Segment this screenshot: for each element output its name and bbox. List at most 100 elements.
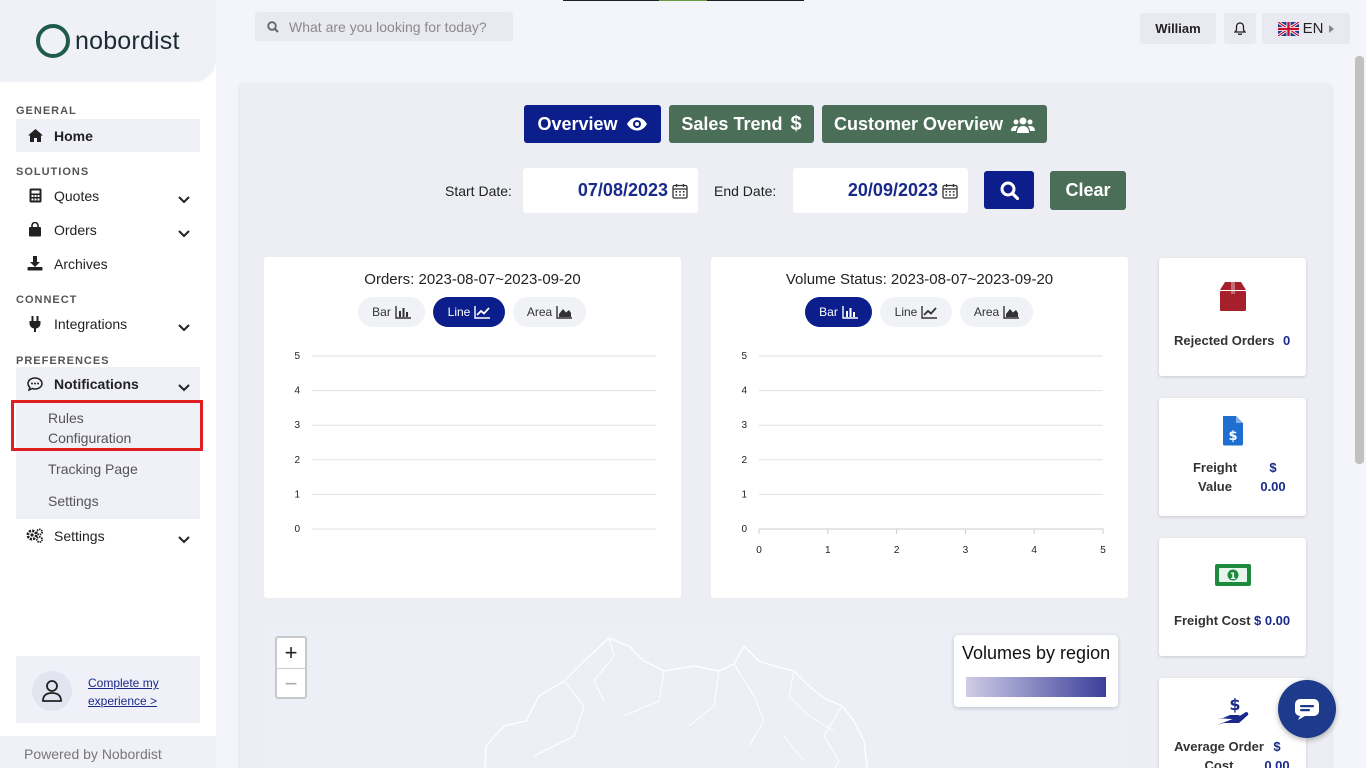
user-menu-button[interactable]: William — [1140, 13, 1216, 44]
logo-text: nobordist — [75, 26, 180, 55]
y-tick-label: 5 — [741, 351, 747, 362]
stat-value-line: $ — [1273, 739, 1281, 754]
caret-right-icon — [1329, 24, 1335, 33]
chevron-down-icon[interactable] — [178, 225, 190, 241]
chevron-down-icon[interactable] — [178, 319, 190, 335]
stat-label: Rejected Orders — [1174, 333, 1275, 348]
tab-sales-trend[interactable]: Sales Trend $ — [669, 105, 814, 143]
profile-card: Complete my experience > — [16, 656, 200, 723]
home-icon — [26, 128, 44, 143]
y-tick-label: 2 — [741, 455, 747, 466]
bell-icon — [1234, 22, 1246, 35]
volume-chart-plot: 0 1 2 3 4 5 0 1 2 3 4 5 — [741, 351, 1106, 556]
y-tick-label: 0 — [294, 524, 300, 535]
end-date-field[interactable]: 20/09/2023 — [793, 168, 968, 213]
section-general: GENERAL — [16, 105, 77, 117]
search-button[interactable] — [984, 171, 1034, 209]
sidebar-item-label: Settings — [54, 527, 105, 544]
download-icon — [26, 256, 44, 271]
plug-icon — [26, 315, 44, 332]
users-icon — [1011, 116, 1036, 133]
calendar-icon — [672, 183, 688, 199]
stat-label-line: Freight — [1192, 460, 1238, 475]
link-line: Complete my — [88, 676, 159, 690]
sidebar-item-integrations[interactable]: Integrations — [16, 307, 200, 340]
sidebar-item-notifications[interactable]: Notifications — [16, 367, 200, 400]
stat-label: Freight Cost — [1174, 613, 1251, 628]
stat-value: $ 0.00 — [1253, 458, 1293, 496]
sidebar-item-orders[interactable]: Orders — [16, 213, 200, 246]
section-preferences: PREFERENCES — [16, 355, 110, 367]
chevron-down-icon[interactable] — [178, 191, 190, 207]
svg-text:$: $ — [1228, 429, 1237, 444]
clear-button[interactable]: Clear — [1050, 171, 1126, 210]
sidebar-item-label: Archives — [54, 255, 108, 272]
search-icon — [1000, 181, 1019, 200]
logo-area: nobordist — [0, 0, 216, 82]
search-bar[interactable] — [255, 12, 513, 41]
uk-flag-icon — [1277, 21, 1299, 36]
stat-label: Average Order Cost — [1174, 737, 1264, 768]
search-input[interactable] — [289, 18, 509, 35]
x-tick-label: 4 — [1031, 545, 1037, 556]
stat-value: 0 — [1283, 333, 1291, 348]
user-icon — [32, 671, 72, 711]
y-tick-label: 4 — [741, 386, 747, 397]
sidebar-item-archives[interactable]: Archives — [16, 247, 200, 280]
notifications-button[interactable] — [1224, 13, 1256, 44]
end-date-value: 20/09/2023 — [847, 180, 938, 200]
legend-title: Volumes by region — [962, 643, 1111, 663]
invoice-dollar-icon: $ — [1159, 415, 1306, 446]
sidebar: nobordist GENERAL Home SOLUTIONS Quotes … — [0, 0, 216, 768]
x-tick-label: 1 — [825, 545, 831, 556]
chevron-down-icon[interactable] — [178, 531, 190, 547]
rejected-orders-card: Rejected Orders 0 — [1159, 258, 1306, 376]
submenu-tracking-page[interactable]: Tracking Page — [48, 461, 138, 477]
comment-dots-icon — [26, 376, 44, 391]
y-tick-label: 1 — [294, 489, 300, 500]
zoom-in-button[interactable]: + — [277, 638, 305, 668]
orders-chart-plot: 0 1 2 3 4 5 — [294, 351, 656, 535]
scrollbar-thumb[interactable] — [1355, 56, 1364, 464]
map-legend: Volumes by region — [954, 635, 1118, 707]
tab-overview[interactable]: Overview — [524, 105, 661, 143]
chevron-down-icon[interactable] — [178, 379, 190, 395]
freight-cost-card: 1 Freight Cost $ 0.00 — [1159, 538, 1306, 656]
chat-button[interactable] — [1278, 680, 1336, 738]
tab-label: Sales Trend — [681, 113, 783, 134]
language-selector[interactable]: EN — [1262, 13, 1350, 44]
sidebar-item-label: Integrations — [54, 315, 128, 332]
start-date-value: 07/08/2023 — [577, 180, 668, 200]
start-date-field[interactable]: 07/08/2023 — [523, 168, 698, 213]
x-tick-label: 5 — [1100, 545, 1106, 556]
calculator-icon — [26, 188, 44, 203]
submenu-settings[interactable]: Settings — [48, 493, 99, 509]
x-tick-label: 0 — [756, 545, 762, 556]
dollar-icon: $ — [790, 112, 802, 135]
sidebar-item-label: Orders — [54, 221, 97, 238]
powered-by: Powered by Nobordist — [0, 736, 216, 768]
svg-text:$: $ — [1229, 696, 1240, 714]
box-icon — [1159, 280, 1306, 312]
logo[interactable]: nobordist — [36, 24, 180, 58]
y-tick-label: 5 — [294, 351, 300, 362]
y-tick-label: 0 — [741, 524, 747, 535]
tab-customer-overview[interactable]: Customer Overview — [822, 105, 1047, 143]
zoom-controls: + − — [275, 636, 307, 699]
shopping-bag-icon — [26, 222, 44, 237]
legend-gradient — [966, 677, 1106, 697]
cogs-icon — [26, 528, 44, 543]
regions-map[interactable]: + − Volumes by region — [264, 626, 1128, 768]
stat-label-line: Value — [1198, 479, 1232, 494]
top-divider-accent — [659, 0, 707, 1]
zoom-out-button[interactable]: − — [277, 668, 305, 698]
complete-experience-link[interactable]: Complete my experience > — [88, 674, 188, 710]
sidebar-item-quotes[interactable]: Quotes — [16, 179, 200, 212]
sidebar-item-settings[interactable]: Settings — [16, 519, 200, 552]
tab-label: Customer Overview — [833, 113, 1004, 134]
link-line: experience > — [88, 694, 158, 708]
sidebar-item-home[interactable]: Home — [16, 119, 200, 152]
stat-label-line: Average Order — [1174, 739, 1264, 754]
stat-value-line: 0.00 — [1260, 479, 1286, 494]
search-icon — [267, 20, 279, 33]
